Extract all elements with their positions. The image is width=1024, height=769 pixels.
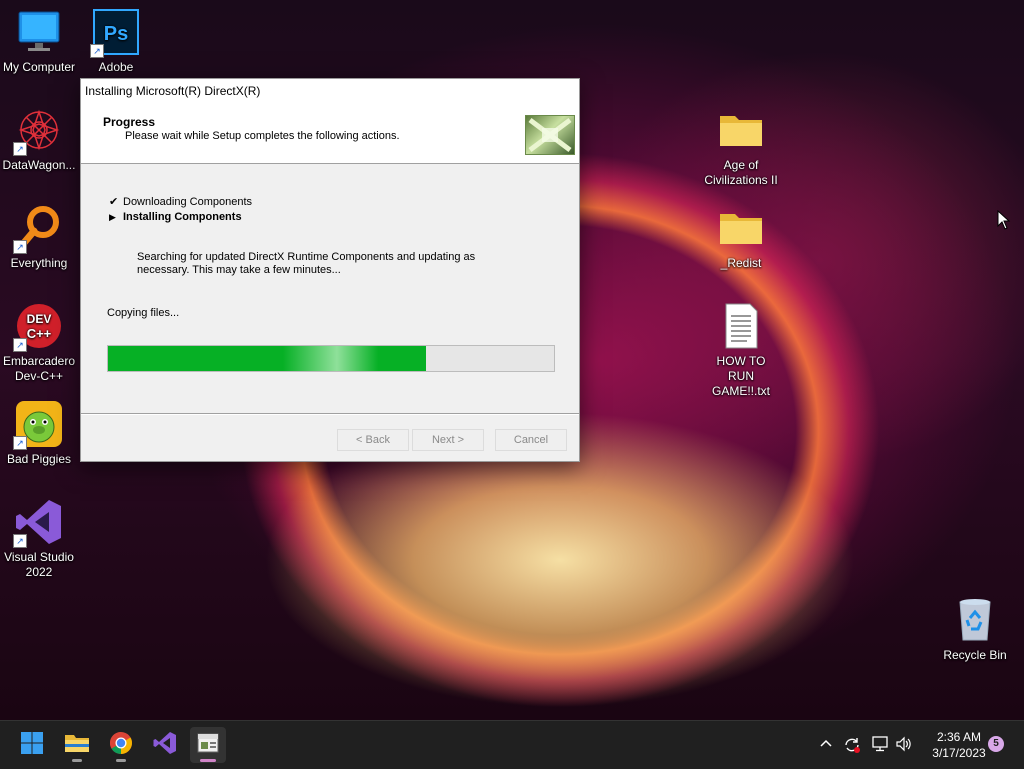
desktop-icon-label: Bad Piggies	[6, 452, 72, 466]
desktop-icon-label: Everything	[10, 256, 68, 270]
step-label: Installing Components	[123, 211, 242, 223]
desktop-icon-photoshop[interactable]: Ps ↗ Adobe Photosh...	[77, 8, 155, 72]
windows-start-icon	[20, 731, 44, 760]
status-text: Copying files...	[107, 307, 180, 319]
desktop-icon-label: Embarcadero Dev-C++	[2, 354, 76, 383]
svg-text:DEV: DEV	[27, 312, 52, 326]
visual-studio-icon: ↗	[13, 498, 63, 548]
everything-search-icon: ↗	[13, 204, 63, 254]
chevron-up-icon	[818, 736, 834, 755]
recycle-bin-icon	[951, 596, 999, 644]
shortcut-arrow-icon: ↗	[13, 240, 27, 254]
volume-icon	[895, 735, 913, 756]
datawagon-icon: ↗	[13, 106, 63, 156]
tray-volume[interactable]	[895, 721, 913, 769]
shortcut-arrow-icon: ↗	[13, 436, 27, 450]
visual-studio-icon	[153, 731, 177, 760]
desktop-icon-my-computer[interactable]: My Computer	[0, 8, 78, 75]
text-file-icon	[717, 302, 765, 350]
desktop-icon-devcpp[interactable]: DEV C++ ↗ Embarcadero Dev-C++	[0, 302, 78, 384]
shortcut-arrow-icon: ↗	[13, 338, 27, 352]
desktop-icon-label: Recycle Bin	[943, 648, 1007, 662]
next-button[interactable]: Next >	[412, 429, 484, 451]
step-description: Searching for updated DirectX Runtime Co…	[137, 251, 476, 276]
cancel-button[interactable]: Cancel	[495, 429, 567, 451]
folder-icon	[64, 732, 90, 759]
desktop-icon-visual-studio[interactable]: ↗ Visual Studio 2022	[0, 498, 78, 580]
step-downloading: ✔ Downloading Components	[109, 195, 252, 208]
taskbar-file-explorer[interactable]	[59, 727, 95, 763]
desktop-icon-label: Adobe Photosh...	[98, 60, 134, 72]
shortcut-arrow-icon: ↗	[90, 44, 104, 58]
mouse-cursor-icon	[997, 209, 1011, 235]
network-icon	[871, 735, 889, 756]
footer-divider	[81, 413, 579, 415]
svg-text:Ps: Ps	[104, 23, 128, 45]
desktop-icon-label: Visual Studio 2022	[4, 550, 74, 579]
photoshop-icon: Ps ↗	[90, 8, 140, 58]
tray-sync[interactable]	[843, 721, 861, 769]
progress-fill	[108, 346, 427, 371]
desktop-icon-datawagon[interactable]: ↗ DataWagon...	[0, 106, 78, 173]
setup-window-icon	[197, 733, 219, 758]
shortcut-arrow-icon: ↗	[13, 142, 27, 156]
desktop-icon-recycle-bin[interactable]: Recycle Bin	[936, 596, 1014, 663]
clock-date: 3/17/2023	[932, 746, 986, 760]
desktop-icon-bad-piggies[interactable]: ↗ Bad Piggies	[0, 400, 78, 467]
desktop-icon-label: HOW TO RUN GAME!!.txt	[711, 354, 770, 398]
directx-logo-icon	[525, 115, 575, 155]
start-button[interactable]	[14, 727, 50, 763]
desktop-icon-how-to-run[interactable]: HOW TO RUN GAME!!.txt	[702, 302, 780, 399]
directx-setup-dialog: Installing Microsoft(R) DirectX(R) Progr…	[80, 78, 580, 462]
taskbar: 2:36 AM 3/17/2023	[0, 720, 1024, 769]
taskbar-visual-studio[interactable]	[147, 727, 183, 763]
desktop-icon-everything[interactable]: ↗ Everything	[0, 204, 78, 271]
running-indicator	[72, 759, 82, 762]
bad-piggies-icon: ↗	[13, 400, 63, 450]
tray-overflow-button[interactable]	[818, 721, 834, 769]
desktop-icon-age-of-civilizations[interactable]: Age of Civilizations II	[702, 106, 780, 188]
desktop-icon-label: My Computer	[2, 60, 76, 74]
header-subtitle: Please wait while Setup completes the fo…	[125, 130, 400, 142]
active-indicator	[200, 759, 216, 762]
sync-icon	[843, 736, 861, 754]
shortcut-arrow-icon: ↗	[13, 534, 27, 548]
desktop-icon-label: Age of Civilizations II	[704, 158, 778, 187]
step-label: Downloading Components	[123, 196, 253, 208]
devcpp-icon: DEV C++ ↗	[13, 302, 63, 352]
running-indicator	[116, 759, 126, 762]
dialog-title[interactable]: Installing Microsoft(R) DirectX(R)	[81, 79, 579, 103]
checkmark-icon: ✔	[109, 196, 119, 208]
chrome-icon	[109, 731, 133, 760]
svg-text:C++: C++	[27, 326, 52, 341]
dialog-header: Progress Please wait while Setup complet…	[81, 103, 579, 164]
monitor-icon	[15, 8, 63, 56]
folder-icon	[717, 106, 765, 154]
header-title: Progress	[103, 115, 156, 129]
arrow-right-icon: ▶	[109, 212, 116, 222]
progress-bar	[107, 345, 555, 372]
desktop-icon-redist[interactable]: _Redist	[702, 204, 780, 271]
back-button[interactable]: < Back	[337, 429, 409, 451]
tray-network[interactable]	[871, 721, 889, 769]
taskbar-directx-setup[interactable]	[190, 727, 226, 763]
notification-badge[interactable]: 5	[988, 736, 1004, 752]
step-installing: ▶ Installing Components	[109, 211, 242, 223]
folder-icon	[717, 204, 765, 252]
taskbar-chrome[interactable]	[103, 727, 139, 763]
desktop-icon-label: _Redist	[720, 256, 762, 270]
desktop-icon-label: DataWagon...	[2, 158, 76, 172]
